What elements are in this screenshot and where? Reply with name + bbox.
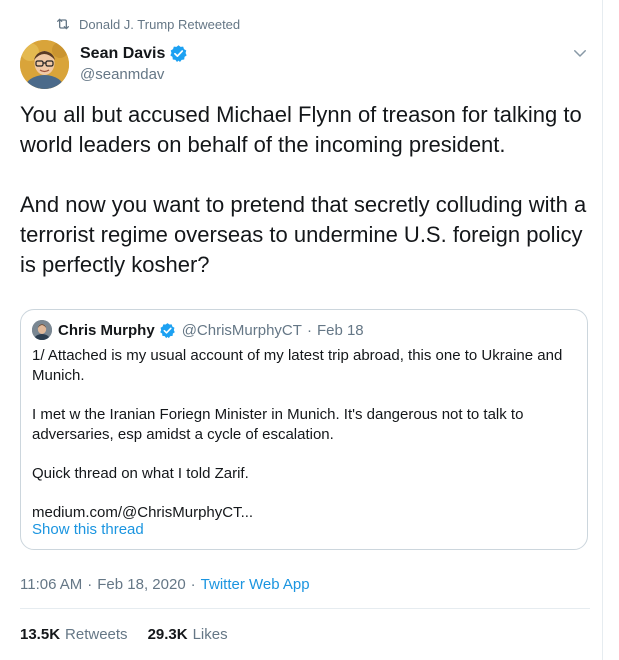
chevron-down-icon[interactable] [571, 44, 589, 62]
tweet-meta: 11:06 AM · Feb 18, 2020 · Twitter Web Ap… [20, 576, 310, 593]
quoted-tweet-header: Chris Murphy @ChrisMurphyCT · Feb 18 [32, 320, 364, 340]
quoted-line: 1/ Attached is my usual account of my la… [32, 347, 563, 384]
verified-badge-icon [159, 322, 175, 338]
tweet-paragraph: You all but accused Michael Flynn of tre… [20, 102, 582, 157]
tweet-date[interactable]: Feb 18, 2020 [97, 576, 185, 593]
show-thread-link[interactable]: Show this thread [32, 521, 144, 538]
tweet-paragraph: And now you want to pretend that secretl… [20, 192, 587, 277]
avatar-image [20, 40, 69, 89]
likes-stat[interactable]: 29.3K Likes [148, 626, 228, 643]
likes-label: Likes [192, 626, 228, 643]
quoted-line: I met w the Iranian Foriegn Minister in … [32, 406, 524, 443]
verified-badge-icon [170, 45, 188, 62]
divider [20, 608, 590, 609]
author-handle[interactable]: @seanmdav [80, 66, 188, 83]
tweet-time[interactable]: 11:06 AM [20, 576, 82, 593]
tweet-source-link[interactable]: Twitter Web App [201, 576, 310, 593]
retweets-stat[interactable]: 13.5K Retweets [20, 626, 128, 643]
separator-dot: · [190, 576, 196, 593]
quoted-tweet[interactable]: Chris Murphy @ChrisMurphyCT · Feb 18 1/ … [20, 309, 588, 550]
retweets-count: 13.5K [20, 626, 61, 643]
avatar[interactable] [20, 40, 69, 89]
retweet-banner-text[interactable]: Donald J. Trump Retweeted [79, 17, 240, 32]
tweet-text: You all but accused Michael Flynn of tre… [20, 100, 590, 280]
quoted-date: Feb 18 [316, 321, 364, 339]
retweets-label: Retweets [65, 626, 128, 643]
likes-count: 29.3K [147, 626, 188, 643]
tweet-card: Donald J. Trump Retweeted Sean Davis @se… [0, 0, 603, 660]
retweet-icon [57, 18, 69, 30]
quoted-link: medium.com/@ChrisMurphyCT... [32, 504, 254, 521]
quoted-author-name: Chris Murphy [58, 321, 155, 339]
tweet-stats: 13.5K Retweets 29.3K Likes [20, 626, 248, 643]
separator-dot: · [306, 321, 312, 339]
quoted-avatar-image [32, 320, 52, 340]
author-block[interactable]: Sean Davis @seanmdav [80, 44, 188, 83]
quoted-line: Quick thread on what I told Zarif. [32, 465, 249, 482]
retweet-banner[interactable]: Donald J. Trump Retweeted [55, 16, 240, 32]
quoted-avatar [32, 320, 52, 340]
quoted-tweet-body: 1/ Attached is my usual account of my la… [32, 346, 577, 523]
author-name[interactable]: Sean Davis [80, 45, 165, 63]
quoted-author-handle: @ChrisMurphyCT [181, 321, 302, 339]
separator-dot: · [87, 576, 93, 593]
